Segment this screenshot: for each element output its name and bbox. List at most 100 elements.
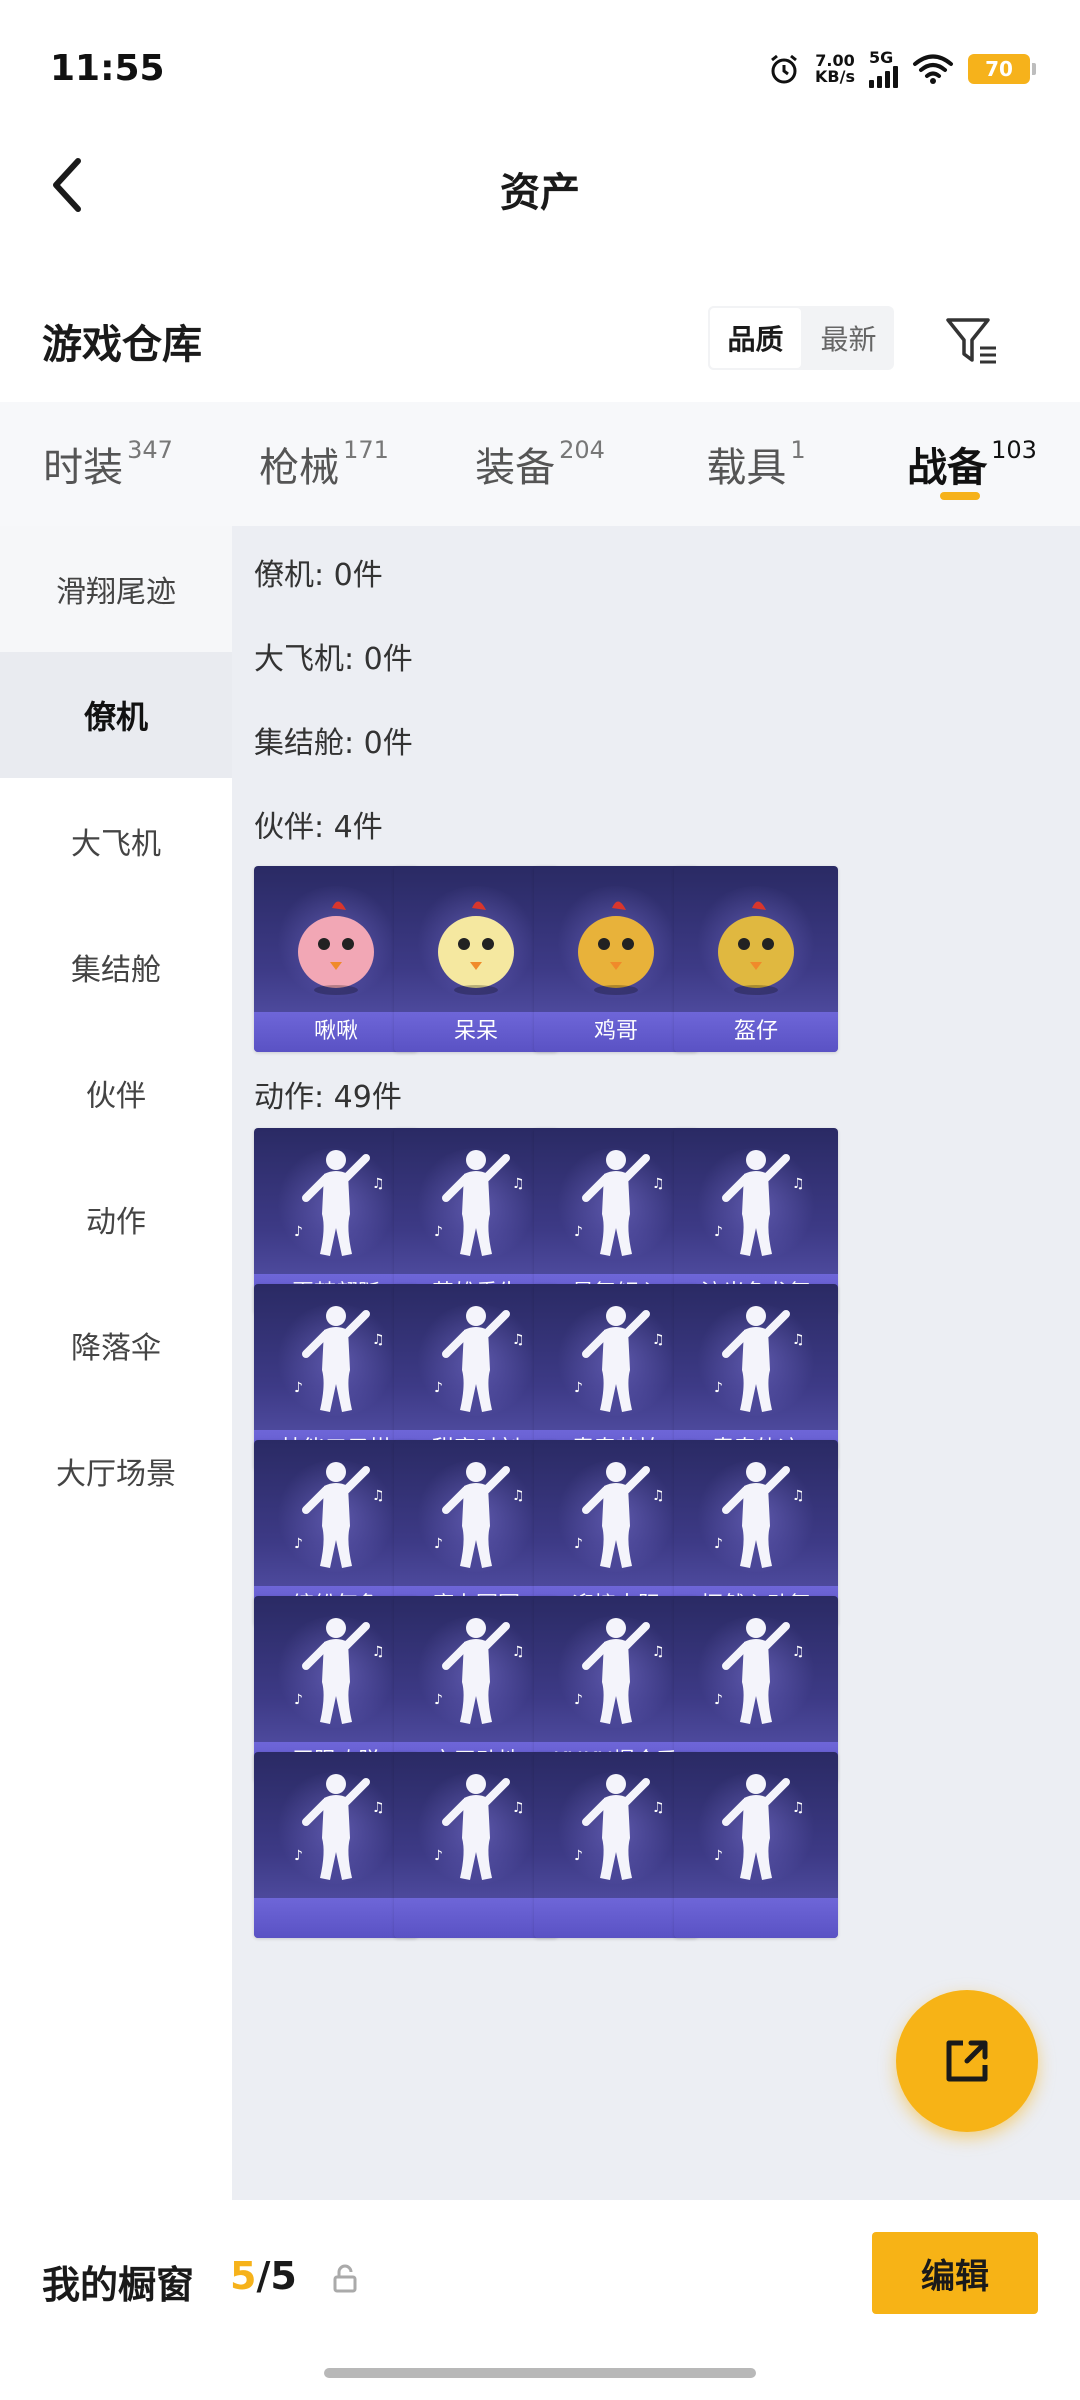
svg-text:♪: ♪	[294, 1692, 303, 1708]
dancer-figure-icon: ♪♫	[714, 1306, 805, 1412]
tab-count: 1	[790, 436, 806, 464]
svg-text:♪: ♪	[294, 1224, 303, 1240]
svg-text:♪: ♪	[294, 1536, 303, 1552]
sort-toggle: 品质 最新	[708, 306, 894, 370]
section-title: 游戏仓库	[42, 322, 202, 368]
showcase-label: 我的橱窗	[42, 2263, 195, 2307]
svg-text:♫: ♫	[792, 1488, 805, 1504]
partner-card[interactable]: 盔仔	[674, 866, 838, 1052]
sidebar-item-glide-trail[interactable]: 滑翔尾迹	[0, 526, 232, 652]
cellular-signal: 5G	[869, 50, 898, 88]
svg-text:♪: ♪	[434, 1380, 443, 1396]
group-label-emote: 动作: 49件	[254, 1080, 402, 1115]
sidebar-item-wingman[interactable]: 僚机	[0, 652, 232, 778]
svg-text:♪: ♪	[714, 1692, 723, 1708]
battery-level: 70	[985, 57, 1013, 81]
showcase-total: 5	[270, 2254, 297, 2298]
filter-icon[interactable]	[942, 310, 1002, 370]
active-tab-indicator	[940, 492, 980, 500]
tab-equipment[interactable]: 装备 204	[432, 402, 648, 526]
svg-text:♫: ♫	[652, 1332, 665, 1348]
showcase-count: 5/5	[230, 2254, 297, 2298]
svg-text:♫: ♫	[512, 1644, 525, 1660]
svg-text:♪: ♪	[294, 1848, 303, 1864]
sidebar-item-parachute[interactable]: 降落伞	[0, 1282, 232, 1408]
tab-label: 载具	[706, 445, 787, 491]
wifi-icon	[913, 54, 953, 84]
group-label-wingman: 僚机: 0件	[254, 558, 383, 593]
alarm-icon	[771, 54, 797, 84]
card-name: 盔仔	[674, 1012, 838, 1052]
tab-label: 战备	[907, 445, 988, 491]
tab-count: 347	[127, 436, 173, 464]
svg-text:♫: ♫	[512, 1176, 525, 1192]
bottom-bar: 我的橱窗 5/5 编辑	[0, 2200, 1080, 2400]
emote-card[interactable]: ♪ ♫	[674, 1752, 838, 1938]
tab-firearms[interactable]: 枪械 171	[216, 402, 432, 526]
sidebar-item-plane[interactable]: 大飞机	[0, 778, 232, 904]
status-bar: 11:55 7.00 KB/s 5G 70	[0, 0, 1080, 140]
svg-text:♪: ♪	[574, 1536, 583, 1552]
tab-vehicles[interactable]: 载具 1	[648, 402, 864, 526]
status-time: 11:55	[50, 48, 165, 89]
svg-text:♪: ♪	[574, 1848, 583, 1864]
svg-text:♪: ♪	[434, 1692, 443, 1708]
category-tabs: 时装 347 枪械 171 装备 204 载具 1 战备 103	[0, 402, 1080, 526]
tab-fashion[interactable]: 时装 347	[0, 402, 216, 526]
svg-text:♪: ♪	[574, 1692, 583, 1708]
network-type: 5G	[869, 48, 894, 67]
sidebar-item-lobby-scene[interactable]: 大厅场景	[0, 1408, 232, 1534]
svg-text:♪: ♪	[434, 1848, 443, 1864]
tab-count: 171	[343, 436, 389, 464]
status-icons: 7.00 KB/s 5G 70	[767, 50, 1036, 88]
dancer-figure-icon: ♪♫	[714, 1462, 805, 1568]
app-header: 资产	[0, 140, 1080, 230]
card-name	[674, 1898, 838, 1938]
lock-icon[interactable]	[332, 2264, 358, 2294]
svg-text:♪: ♪	[714, 1224, 723, 1240]
showcase-current: 5	[230, 2254, 257, 2298]
tab-count: 204	[559, 436, 605, 464]
svg-text:♫: ♫	[512, 1332, 525, 1348]
tab-battle-prep[interactable]: 战备 103	[864, 402, 1080, 526]
sidebar-item-pod[interactable]: 集结舱	[0, 904, 232, 1030]
svg-text:♫: ♫	[372, 1644, 385, 1660]
partner-figure-icon	[718, 901, 794, 995]
section-header: 游戏仓库 品质 最新	[0, 296, 1080, 386]
dancer-figure-icon: ♪♫	[714, 1774, 805, 1880]
group-label-partner: 伙伴: 4件	[254, 810, 383, 845]
svg-text:♫: ♫	[372, 1332, 385, 1348]
net-speed: 7.00 KB/s	[815, 53, 855, 85]
signal-bars-icon	[869, 66, 898, 88]
sidebar-item-emote[interactable]: 动作	[0, 1156, 232, 1282]
group-label-pod: 集结舱: 0件	[254, 726, 413, 761]
sort-newest-button[interactable]: 最新	[803, 306, 894, 370]
svg-text:♫: ♫	[372, 1800, 385, 1816]
svg-text:♫: ♫	[792, 1176, 805, 1192]
svg-text:♪: ♪	[294, 1380, 303, 1396]
svg-text:♫: ♫	[372, 1488, 385, 1504]
svg-text:♫: ♫	[512, 1488, 525, 1504]
svg-text:♪: ♪	[714, 1536, 723, 1552]
svg-text:♪: ♪	[434, 1224, 443, 1240]
sort-quality-button[interactable]: 品质	[708, 306, 803, 370]
share-fab[interactable]	[896, 1990, 1038, 2132]
group-label-plane: 大飞机: 0件	[254, 642, 413, 677]
edit-button[interactable]: 编辑	[872, 2232, 1038, 2314]
svg-text:♪: ♪	[574, 1224, 583, 1240]
page-title: 资产	[500, 170, 580, 216]
sidebar-item-partner[interactable]: 伙伴	[0, 1030, 232, 1156]
svg-text:♪: ♪	[714, 1848, 723, 1864]
svg-text:♫: ♫	[372, 1176, 385, 1192]
tab-label: 装备	[475, 445, 556, 491]
svg-text:♫: ♫	[652, 1488, 665, 1504]
svg-text:♫: ♫	[792, 1332, 805, 1348]
svg-text:♪: ♪	[434, 1536, 443, 1552]
showcase-separator: /	[256, 2254, 271, 2298]
sidebar-filler	[0, 1534, 232, 2200]
item-list: 僚机: 0件 大飞机: 0件 集结舱: 0件 伙伴: 4件 啾啾 呆呆 鸡哥 盔仔 动…	[232, 526, 1080, 2200]
external-link-icon	[946, 2040, 988, 2082]
svg-text:♫: ♫	[652, 1644, 665, 1660]
svg-text:♫: ♫	[512, 1800, 525, 1816]
tab-count: 103	[991, 436, 1037, 464]
